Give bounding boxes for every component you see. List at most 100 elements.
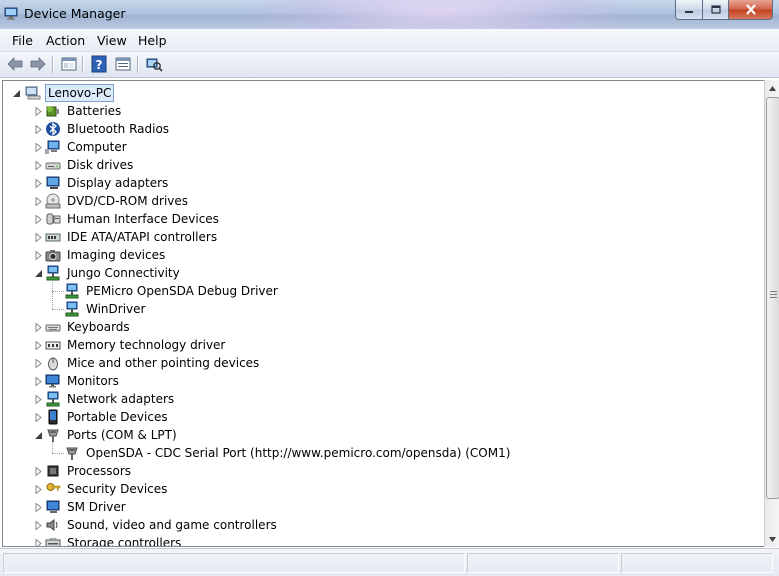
collapse-triangle-icon[interactable] [34, 431, 43, 440]
tree-category[interactable]: Imaging devices [45, 246, 167, 264]
scroll-up-button[interactable] [765, 80, 779, 96]
expand-triangle-icon[interactable] [34, 341, 43, 350]
tree-root[interactable]: Lenovo-PC [12, 84, 115, 102]
device-tree[interactable]: Lenovo-PC Batteries Bluetooth Radios Compu… [3, 81, 766, 546]
keyboard-icon [45, 324, 61, 332]
memory-icon [45, 341, 61, 350]
expand-triangle-icon[interactable] [34, 107, 43, 116]
tree-device-label: WinDriver [86, 302, 146, 316]
expand-triangle-icon[interactable] [34, 359, 43, 368]
expand-triangle-icon[interactable] [34, 521, 43, 530]
tree-connector [52, 453, 64, 455]
thumb-grip [770, 294, 777, 295]
tree-category-label: Jungo Connectivity [67, 266, 180, 280]
tree-category-label: Keyboards [67, 320, 130, 334]
status-bar [0, 548, 779, 576]
menu-help[interactable]: Help [138, 33, 167, 48]
tree-category[interactable]: Ports (COM & LPT) [45, 426, 179, 444]
expand-triangle-icon[interactable] [34, 251, 43, 260]
expand-triangle-icon[interactable] [34, 503, 43, 512]
expand-triangle-icon[interactable] [34, 467, 43, 476]
device-tree-pane[interactable]: Lenovo-PC Batteries Bluetooth Radios Compu… [2, 80, 767, 547]
expand-triangle-icon[interactable] [34, 143, 43, 152]
expand-triangle-icon[interactable] [34, 377, 43, 386]
title-bar[interactable]: Device Manager [0, 0, 779, 29]
expand-triangle-icon[interactable] [34, 125, 43, 134]
scroll-thumb[interactable] [766, 97, 779, 499]
driver-child-icon [65, 283, 79, 299]
tree-category[interactable]: Portable Devices [45, 408, 170, 426]
tree-category[interactable]: Batteries [45, 102, 123, 120]
tree-category-label: Processors [67, 464, 132, 478]
tree-category[interactable]: Jungo Connectivity [45, 264, 182, 282]
tree-category[interactable]: Display adapters [45, 174, 170, 192]
tree-category[interactable]: Processors [45, 462, 133, 480]
back-arrow-icon[interactable] [6, 55, 24, 73]
tree-category-label: Bluetooth Radios [67, 122, 170, 136]
scan-hardware-icon[interactable] [145, 55, 163, 73]
tree-category[interactable]: Memory technology driver [45, 336, 227, 354]
ide-controller-icon [45, 233, 61, 242]
menu-file[interactable]: File [12, 33, 33, 48]
tree-category-label: Disk drives [67, 158, 134, 172]
thumb-grip [770, 297, 777, 298]
tree-category[interactable]: Network adapters [45, 390, 176, 408]
expand-triangle-icon[interactable] [34, 413, 43, 422]
tree-category[interactable]: Sound, video and game controllers [45, 516, 279, 534]
bluetooth-icon [46, 122, 60, 136]
expand-triangle-icon[interactable] [34, 485, 43, 494]
tree-category[interactable]: SM Driver [45, 498, 128, 516]
sm-driver-icon [46, 500, 60, 513]
maximize-icon [710, 5, 721, 14]
tree-connector [52, 442, 54, 453]
console-tree-icon[interactable] [60, 55, 78, 73]
tree-category-label: Batteries [67, 104, 122, 118]
scroll-down-button[interactable] [765, 531, 779, 547]
expand-triangle-icon[interactable] [34, 161, 43, 170]
menu-action[interactable]: Action [46, 33, 85, 48]
key-icon [46, 483, 61, 491]
help-icon[interactable]: ? [90, 55, 108, 73]
collapse-triangle-icon[interactable] [12, 89, 21, 98]
expand-triangle-icon[interactable] [34, 539, 43, 546]
tree-category[interactable]: Storage controllers [45, 534, 183, 546]
collapse-triangle-icon[interactable] [34, 269, 43, 278]
tree-category[interactable]: Bluetooth Radios [45, 120, 171, 138]
status-cell-secondary [467, 553, 619, 573]
tree-category-label: Monitors [67, 374, 119, 388]
status-cell-tertiary [621, 553, 773, 573]
port-icon [47, 429, 59, 442]
close-button[interactable] [729, 0, 773, 20]
vertical-scrollbar[interactable] [764, 80, 779, 547]
tree-category[interactable]: IDE ATA/ATAPI controllers [45, 228, 219, 246]
expand-triangle-icon[interactable] [34, 215, 43, 224]
expand-triangle-icon[interactable] [34, 233, 43, 242]
tree-category-label: DVD/CD-ROM drives [67, 194, 189, 208]
tree-category[interactable]: Computer [45, 138, 129, 156]
tree-category[interactable]: DVD/CD-ROM drives [45, 192, 190, 210]
tree-device[interactable]: PEMicro OpenSDA Debug Driver [64, 282, 280, 300]
expand-triangle-icon[interactable] [34, 395, 43, 404]
computer-icon [25, 86, 41, 100]
tree-category[interactable]: Keyboards [45, 318, 132, 336]
monitor-icon [45, 374, 60, 388]
forward-arrow-icon[interactable] [29, 55, 47, 73]
tree-device-label: OpenSDA - CDC Serial Port (http://www.pe… [86, 446, 511, 460]
tree-category[interactable]: Disk drives [45, 156, 135, 174]
minimize-button[interactable] [675, 0, 703, 20]
expand-triangle-icon[interactable] [34, 179, 43, 188]
menu-view[interactable]: View [97, 33, 127, 48]
maximize-button[interactable] [703, 0, 729, 20]
tree-device[interactable]: OpenSDA - CDC Serial Port (http://www.pe… [64, 444, 512, 462]
properties-icon[interactable] [114, 55, 132, 73]
expand-triangle-icon[interactable] [34, 323, 43, 332]
tree-category[interactable]: Security Devices [45, 480, 169, 498]
expand-triangle-icon[interactable] [34, 197, 43, 206]
tree-device[interactable]: WinDriver [64, 300, 147, 318]
tree-category[interactable]: Human Interface Devices [45, 210, 221, 228]
tree-category[interactable]: Monitors [45, 372, 121, 390]
network-adapter-icon [46, 391, 60, 407]
minimize-icon [685, 10, 693, 13]
tree-category-label: Human Interface Devices [67, 212, 219, 226]
tree-category[interactable]: Mice and other pointing devices [45, 354, 261, 372]
